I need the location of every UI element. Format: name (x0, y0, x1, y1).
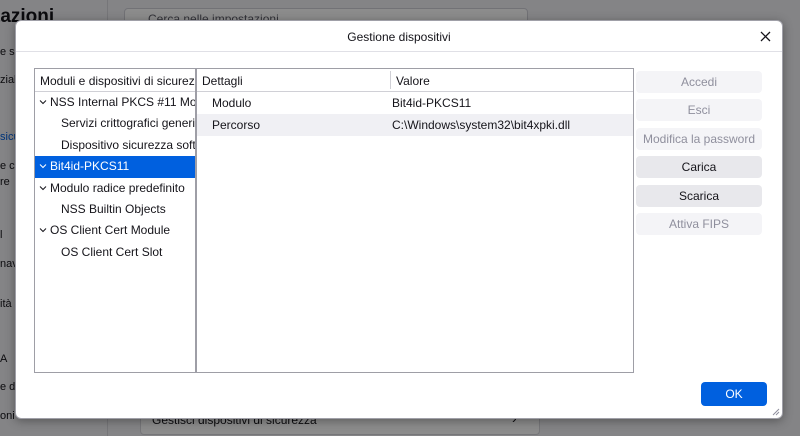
detail-key: Percorso (212, 118, 261, 132)
tree-item-label: OS Client Cert Slot (61, 244, 163, 259)
logout-button[interactable]: Esci (636, 99, 762, 121)
close-icon (760, 31, 770, 41)
tree-item-os-cert-module[interactable]: OS Client Cert Module (35, 220, 195, 241)
unload-button[interactable]: Scarica (636, 185, 762, 207)
detail-value: C:\Windows\system32\bit4xpki.dll (392, 118, 571, 132)
dialog-titlebar: Gestione dispositivi (16, 21, 782, 51)
details-header-row: Dettagli Valore (197, 69, 633, 92)
tree-item-label: NSS Builtin Objects (61, 201, 166, 216)
tree-item-label: NSS Internal PKCS #11 Modulo (50, 95, 195, 109)
change-password-button[interactable]: Modifica la password (636, 128, 762, 150)
enable-fips-button[interactable]: Attiva FIPS (636, 213, 762, 235)
tree-item-label: Dispositivo sicurezza software (61, 137, 195, 152)
detail-value: Bit4id-PKCS11 (392, 96, 472, 110)
tree-item-nss-internal[interactable]: NSS Internal PKCS #11 Modulo (35, 92, 195, 113)
modules-tree[interactable]: Moduli e dispositivi di sicurezza NSS In… (34, 68, 196, 373)
chevron-down-icon[interactable] (39, 162, 47, 170)
column-header-value[interactable]: Valore (396, 74, 430, 88)
details-table[interactable]: Dettagli Valore Modulo Bit4id-PKCS11 Per… (196, 68, 634, 373)
close-button[interactable] (754, 25, 776, 47)
tree-item-software-device[interactable]: Dispositivo sicurezza software (35, 135, 195, 156)
tree-item-label: Servizi crittografici generici (61, 116, 195, 131)
load-button[interactable]: Carica (636, 156, 762, 178)
tree-item-label: Modulo radice predefinito (50, 180, 185, 195)
tree-item-root-module[interactable]: Modulo radice predefinito (35, 178, 195, 199)
ok-button[interactable]: OK (701, 382, 767, 406)
chevron-down-icon[interactable] (39, 184, 47, 192)
tree-column-header[interactable]: Moduli e dispositivi di sicurezza (35, 69, 195, 92)
tree-item-os-cert-slot[interactable]: OS Client Cert Slot (35, 242, 195, 263)
table-row[interactable]: Percorso C:\Windows\system32\bit4xpki.dl… (197, 114, 633, 136)
tree-item-label: OS Client Cert Module (50, 223, 171, 238)
device-manager-dialog: Gestione dispositivi Moduli e dispositiv… (15, 20, 783, 419)
login-button[interactable]: Accedi (636, 71, 762, 93)
chevron-down-icon[interactable] (39, 226, 47, 234)
table-row[interactable]: Modulo Bit4id-PKCS11 (197, 92, 633, 114)
tree-item-builtin-objects[interactable]: NSS Builtin Objects (35, 199, 195, 220)
column-header-details[interactable]: Dettagli (202, 74, 243, 88)
resize-grip-icon[interactable] (770, 406, 780, 416)
detail-key: Modulo (212, 96, 252, 110)
tree-item-label: Bit4id-PKCS11 (50, 159, 130, 174)
column-divider[interactable] (390, 71, 391, 89)
dialog-title: Gestione dispositivi (347, 30, 451, 44)
tree-item-bit4id[interactable]: Bit4id-PKCS11 (35, 156, 195, 178)
chevron-down-icon[interactable] (39, 98, 47, 106)
tree-item-generic-crypto[interactable]: Servizi crittografici generici (35, 113, 195, 134)
titlebar-divider (16, 51, 782, 52)
